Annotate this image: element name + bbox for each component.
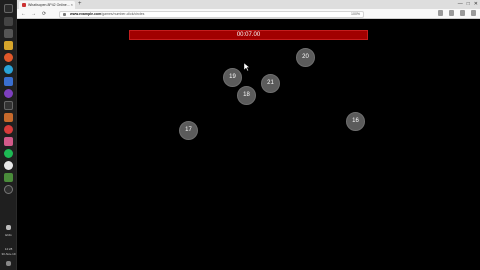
reload-button[interactable]: ⟳	[42, 10, 46, 18]
firefox-icon[interactable]	[4, 53, 13, 62]
favicon-icon	[22, 3, 26, 7]
menu-icon[interactable]	[471, 10, 476, 16]
tab-title: Whatisopen.8P42 Online...	[28, 3, 70, 7]
app-red-icon[interactable]	[4, 125, 13, 134]
new-tab-button[interactable]: +	[78, 1, 82, 8]
spotify-icon[interactable]	[4, 149, 13, 158]
app-pink-icon[interactable]	[4, 137, 13, 146]
number-circle[interactable]: 16	[346, 112, 365, 131]
toolbar-icons	[438, 10, 476, 16]
tab-close-icon[interactable]: ×	[71, 1, 73, 9]
app-purple-icon[interactable]	[4, 89, 13, 98]
browser-tab-bar: Whatisopen.8P42 Online... × + — □ ✕	[17, 0, 480, 9]
address-bar[interactable]: www.example.com/games/number-click/circl…	[59, 10, 364, 18]
windows-taskbar: ENG 14:28 30-Nov-19	[0, 0, 17, 270]
number-circle[interactable]: 20	[296, 48, 315, 67]
app-window-icon[interactable]	[4, 101, 13, 110]
app-blue-icon[interactable]	[4, 65, 13, 74]
app-white-icon[interactable]	[4, 161, 13, 170]
maximize-button[interactable]: □	[467, 0, 470, 9]
mouse-cursor-icon	[244, 63, 250, 71]
account-icon[interactable]	[460, 10, 465, 16]
search-icon[interactable]	[4, 17, 13, 26]
app-orange-icon[interactable]	[4, 113, 13, 122]
game-canvas[interactable]: 00:07.00 20 19 21 18 17 16	[17, 19, 480, 270]
app-outline-icon[interactable]	[4, 185, 13, 194]
browser-tab[interactable]: Whatisopen.8P42 Online... ×	[19, 1, 75, 9]
back-button[interactable]: ←	[21, 10, 26, 18]
extension-icon[interactable]	[449, 10, 454, 16]
task-view-icon[interactable]	[4, 29, 13, 38]
clock-date[interactable]: 30-Nov-19	[1, 252, 16, 256]
forward-button[interactable]: →	[31, 10, 36, 18]
app-pin-icon[interactable]	[4, 77, 13, 86]
number-circle[interactable]: 17	[179, 121, 198, 140]
number-circle[interactable]: 18	[237, 86, 256, 105]
zoom-level[interactable]: 100%	[351, 12, 360, 17]
window-controls: — □ ✕	[458, 0, 478, 9]
number-circle[interactable]: 19	[223, 68, 242, 87]
app-green-icon[interactable]	[4, 173, 13, 182]
clock-time[interactable]: 14:28	[1, 247, 16, 251]
browser-nav-bar: ← → ⟳ www.example.com/games/number-click…	[17, 9, 480, 19]
url-domain: www.example.com	[70, 11, 102, 16]
network-icon[interactable]	[6, 225, 11, 230]
close-window-button[interactable]: ✕	[474, 0, 478, 9]
start-menu-icon[interactable]	[4, 4, 13, 13]
timer-bar: 00:07.00	[129, 30, 368, 40]
minimize-button[interactable]: —	[458, 0, 463, 9]
number-circle[interactable]: 21	[261, 74, 280, 93]
lock-icon	[63, 12, 66, 16]
library-icon[interactable]	[438, 10, 443, 16]
language-indicator[interactable]: ENG	[1, 233, 16, 237]
url-path: /games/number-click/circles	[101, 11, 145, 16]
screen: ENG 14:28 30-Nov-19 Whatisopen.8P42 Onli…	[0, 0, 480, 270]
notification-icon[interactable]	[6, 261, 11, 266]
file-explorer-icon[interactable]	[4, 41, 13, 50]
